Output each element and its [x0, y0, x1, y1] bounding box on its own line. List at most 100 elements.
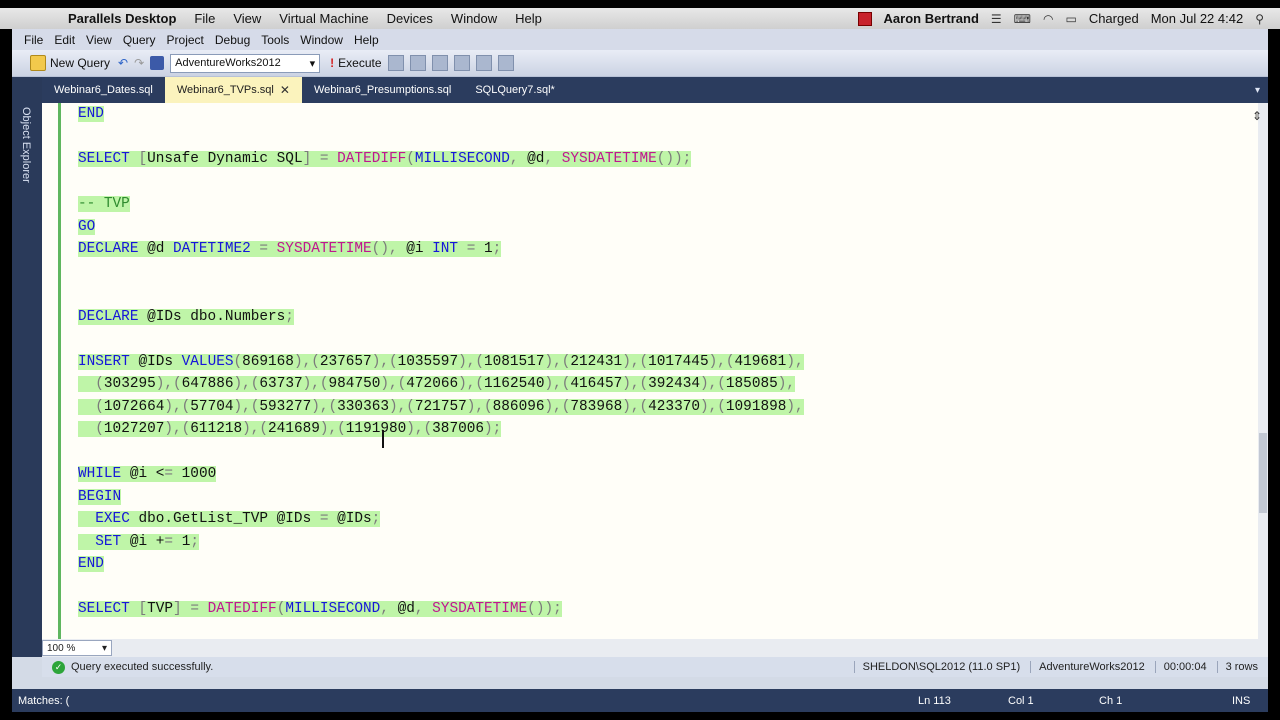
code-line[interactable]: SELECT [TVP] = DATEDIFF(MILLISECOND, @d,… — [78, 598, 1258, 621]
query-status-bar: ✓ Query executed successfully. SHELDON\S… — [42, 657, 1268, 677]
zoom-select[interactable]: 100 % ▾ — [42, 640, 112, 656]
code-line[interactable]: (1027207),(611218),(241689),(1191980),(3… — [78, 418, 1258, 441]
mac-menu-devices[interactable]: Devices — [387, 11, 433, 26]
tab-sqlquery7[interactable]: SQLQuery7.sql* — [463, 77, 566, 103]
code-line-text: (1027207),(611218),(241689),(1191980),(3… — [78, 421, 502, 437]
code-line[interactable]: END — [78, 103, 1258, 126]
tab-webinar6-presumptions[interactable]: Webinar6_Presumptions.sql — [302, 77, 463, 103]
code-line-text: SELECT [Unsafe Dynamic SQL] = DATEDIFF(M… — [78, 151, 692, 167]
app-name[interactable]: Parallels Desktop — [68, 11, 176, 26]
tab-webinar6-dates[interactable]: Webinar6_Dates.sql — [42, 77, 165, 103]
mac-menu-file[interactable]: File — [194, 11, 215, 26]
code-line[interactable]: (303295),(647886),(63737),(984750),(4720… — [78, 373, 1258, 396]
success-check-icon: ✓ — [52, 660, 65, 674]
tab-webinar6-tvps[interactable]: Webinar6_TVPs.sql ✕ — [164, 77, 302, 103]
save-icon[interactable] — [150, 56, 165, 70]
code-line[interactable] — [78, 441, 1258, 464]
menu-tools[interactable]: Tools — [261, 33, 300, 47]
code-line-text: BEGIN — [78, 488, 122, 505]
code-line-text: END — [78, 106, 104, 122]
menu-view[interactable]: View — [86, 33, 123, 47]
menu-query[interactable]: Query — [123, 33, 167, 47]
code-line-text: END — [78, 556, 104, 572]
code-line[interactable]: (1072664),(57704),(593277),(330363),(721… — [78, 396, 1258, 419]
change-bar — [58, 103, 61, 639]
spotlight-icon[interactable]: ⚲ — [1255, 12, 1264, 26]
clock[interactable]: Mon Jul 22 4:42 — [1151, 11, 1244, 26]
redo-icon[interactable]: ↷ — [134, 56, 144, 70]
code-line[interactable] — [78, 126, 1258, 149]
mac-menu-window[interactable]: Window — [451, 11, 497, 26]
mac-menu-bar: Parallels Desktop File View Virtual Mach… — [0, 8, 1280, 29]
status-message: Query executed successfully. — [71, 661, 214, 673]
object-explorer-rail[interactable]: Object Explorer — [12, 77, 42, 657]
display-plan-icon[interactable] — [431, 55, 448, 71]
results-to-file-icon[interactable] — [497, 55, 514, 71]
code-line[interactable]: BEGIN — [78, 486, 1258, 509]
menu-project[interactable]: Project — [167, 33, 215, 47]
mac-menu-virtual-machine[interactable]: Virtual Machine — [279, 11, 368, 26]
user-name[interactable]: Aaron Bertrand — [884, 11, 979, 26]
code-line[interactable] — [78, 283, 1258, 306]
object-explorer-label[interactable]: Object Explorer — [20, 107, 32, 183]
code-line[interactable]: SELECT [Unsafe Dynamic SQL] = DATEDIFF(M… — [78, 148, 1258, 171]
battery-status[interactable]: Charged — [1089, 11, 1139, 26]
list-icon[interactable]: ☰ — [991, 12, 1002, 26]
code-line-text: WHILE @i <= 1000 — [78, 466, 217, 482]
code-line-text: SET @i += 1; — [78, 533, 199, 550]
code-line[interactable] — [78, 576, 1258, 599]
code-line[interactable] — [78, 171, 1258, 194]
stop-icon[interactable] — [387, 55, 404, 71]
app-status-bar: Matches: ( Ln 113 Col 1 Ch 1 INS — [12, 689, 1268, 712]
code-line[interactable]: WHILE @i <= 1000 — [78, 463, 1258, 486]
code-line-text: GO — [78, 218, 96, 235]
menu-file[interactable]: File — [24, 33, 54, 47]
close-icon[interactable]: ✕ — [280, 83, 290, 97]
scroll-thumb[interactable] — [1259, 433, 1267, 513]
code-area[interactable]: END SELECT [Unsafe Dynamic SQL] = DATEDIF… — [78, 103, 1258, 621]
chevron-down-icon: ▾ — [101, 642, 107, 654]
tab-list-dropdown-icon[interactable]: ▾ — [1255, 85, 1260, 96]
battery-icon[interactable]: ▭ — [1065, 12, 1076, 26]
code-line[interactable]: SET @i += 1; — [78, 531, 1258, 554]
menu-help[interactable]: Help — [354, 33, 390, 47]
wifi-icon[interactable]: ◠ — [1043, 12, 1053, 26]
mac-menu-help[interactable]: Help — [515, 11, 542, 26]
undo-icon[interactable]: ↶ — [118, 56, 128, 70]
menu-edit[interactable]: Edit — [54, 33, 86, 47]
code-line[interactable]: GO — [78, 216, 1258, 239]
execute-icon: ! — [330, 56, 335, 70]
menu-window[interactable]: Window — [300, 33, 354, 47]
results-to-grid-icon[interactable] — [475, 55, 492, 71]
ssms-toolbar: New Query ↶ ↷ AdventureWorks2012 ▾ ! Exe… — [12, 50, 1268, 77]
code-line-text: EXEC dbo.GetList_TVP @IDs = @IDs; — [78, 511, 381, 527]
code-line[interactable] — [78, 328, 1258, 351]
execute-label: Execute — [338, 56, 382, 70]
code-line[interactable]: DECLARE @IDs dbo.Numbers; — [78, 306, 1258, 329]
code-line[interactable] — [78, 261, 1258, 284]
status-elapsed: 00:00:04 — [1154, 661, 1207, 673]
split-view-icon[interactable]: ⇕ — [1252, 109, 1262, 123]
code-line[interactable]: END — [78, 553, 1258, 576]
execute-button[interactable]: ! Execute — [330, 56, 381, 70]
mac-menu-view[interactable]: View — [233, 11, 261, 26]
recording-indicator-icon[interactable] — [857, 11, 872, 26]
database-select[interactable]: AdventureWorks2012 ▾ — [170, 53, 321, 73]
editor-footer: 100 % ▾ — [42, 639, 1268, 657]
code-line-text: SELECT [TVP] = DATEDIFF(MILLISECOND, @d,… — [78, 601, 562, 617]
parse-icon[interactable] — [409, 55, 426, 71]
code-line[interactable]: EXEC dbo.GetList_TVP @IDs = @IDs; — [78, 508, 1258, 531]
char-indicator: Ch 1 — [1099, 694, 1123, 707]
menu-debug[interactable]: Debug — [215, 33, 261, 47]
code-line[interactable]: INSERT @IDs VALUES(869168),(237657),(103… — [78, 351, 1258, 374]
status-server: SHELDON\SQL2012 (11.0 SP1) — [853, 661, 1020, 673]
code-line[interactable]: DECLARE @d DATETIME2 = SYSDATETIME(), @i… — [78, 238, 1258, 261]
results-to-text-icon[interactable] — [453, 55, 470, 71]
insert-mode-indicator: INS — [1232, 694, 1251, 707]
document-tabs: Webinar6_Dates.sql Webinar6_TVPs.sql ✕ We… — [42, 77, 1268, 103]
query-editor[interactable]: END SELECT [Unsafe Dynamic SQL] = DATEDIF… — [42, 103, 1258, 639]
vertical-scrollbar[interactable] — [1258, 103, 1268, 639]
code-line[interactable]: -- TVP — [78, 193, 1258, 216]
keyboard-icon[interactable]: ⌨ — [1014, 12, 1031, 26]
new-query-button[interactable]: New Query — [30, 55, 110, 71]
